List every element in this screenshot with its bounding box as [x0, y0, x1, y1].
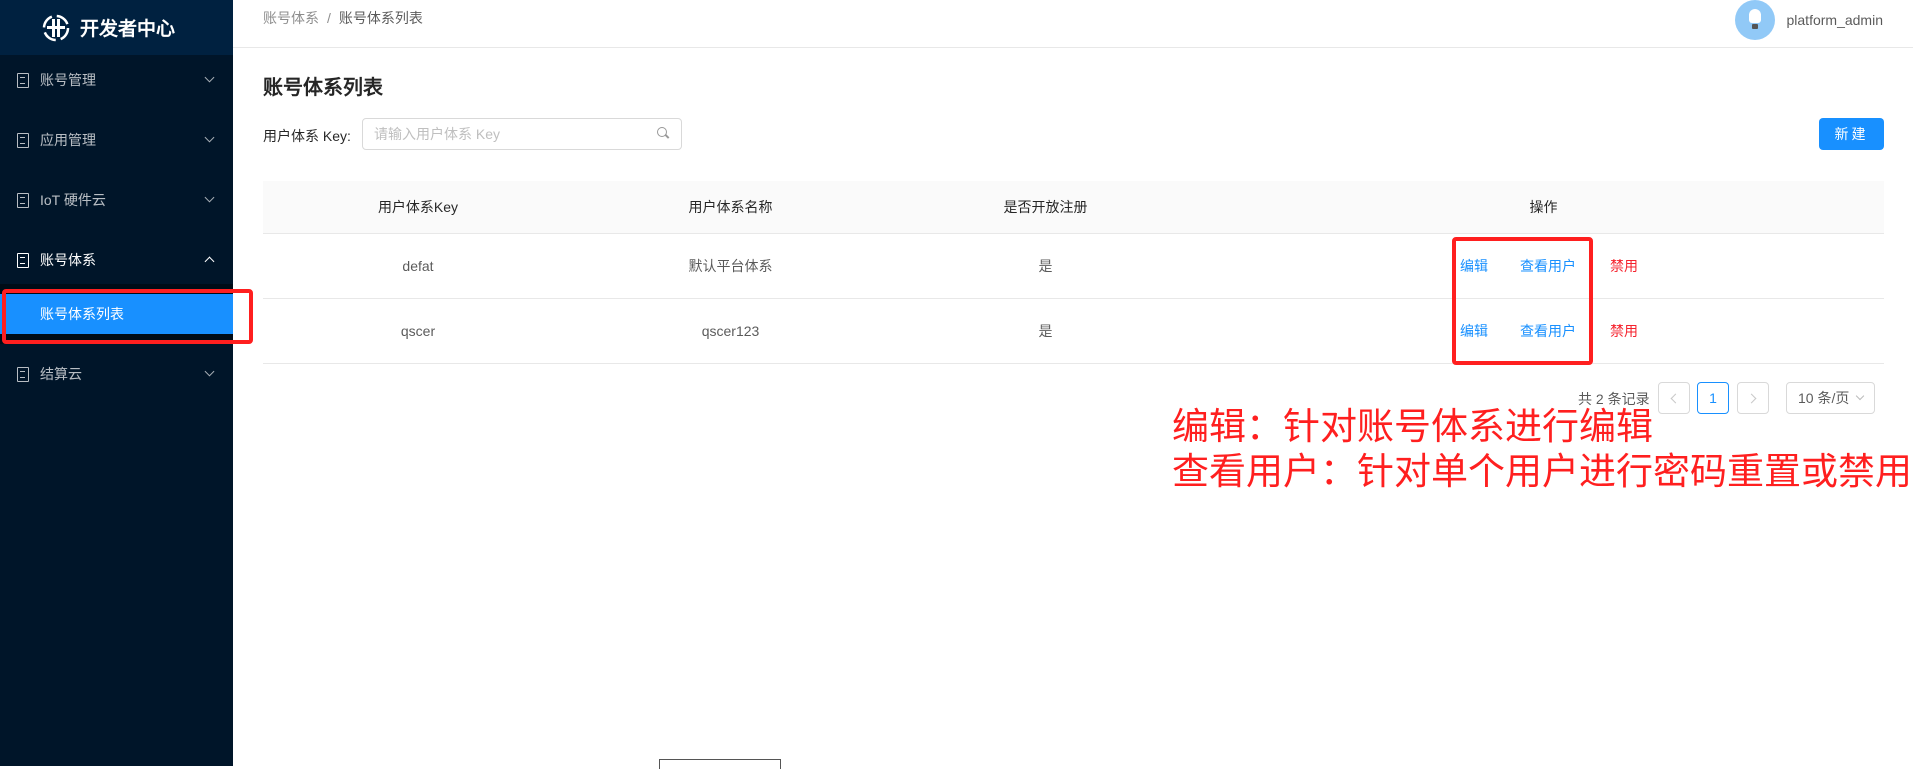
sidebar-item-label: 账号管理: [40, 72, 96, 88]
page-title: 账号体系列表: [263, 77, 383, 99]
user-menu[interactable]: platform_admin: [1734, 0, 1884, 40]
document-icon: [16, 133, 30, 148]
breadcrumb-current: 账号体系列表: [338, 10, 423, 26]
table-row: defat 默认平台体系 是 编辑 查看用户 禁用: [263, 234, 1884, 299]
next-page-button[interactable]: [1737, 382, 1769, 414]
page-size-select[interactable]: 10 条/页: [1786, 382, 1875, 414]
disable-link[interactable]: 禁用: [1610, 234, 1638, 298]
sidebar-item-label: 账号体系: [40, 252, 96, 268]
cell-name: 默认平台体系: [688, 258, 773, 274]
document-icon: [16, 367, 30, 382]
column-header: 是否开放注册: [1003, 199, 1088, 215]
breadcrumb: 账号体系 / 账号体系列表: [263, 8, 423, 28]
breadcrumb-item[interactable]: 账号体系: [263, 10, 319, 26]
sidebar-item-settlement-cloud[interactable]: 结算云: [0, 354, 233, 394]
document-icon: [16, 253, 30, 268]
table-header: 用户体系Key 用户体系名称 是否开放注册 操作: [263, 181, 1884, 234]
column-header: 用户体系名称: [688, 199, 773, 215]
breadcrumb-separator: /: [327, 10, 331, 26]
cell-key: qscer: [400, 323, 436, 339]
chevron-up-icon: [204, 256, 215, 267]
chevron-left-icon: [1670, 393, 1681, 403]
cell-name: qscer123: [701, 323, 760, 339]
chevron-down-icon: [1855, 391, 1865, 401]
document-icon: [16, 193, 30, 208]
app-title: 开发者中心: [80, 19, 176, 40]
sidebar-item-app-management[interactable]: 应用管理: [0, 120, 233, 160]
highlight-box-actions: [1452, 237, 1593, 365]
sidebar-item-label: 应用管理: [40, 132, 96, 148]
cell-open-registration: 是: [1038, 323, 1053, 339]
chevron-down-icon: [204, 366, 215, 377]
chevron-down-icon: [204, 72, 215, 83]
page-number-current[interactable]: 1: [1697, 382, 1729, 414]
page-size-value: 10 条/页: [1798, 390, 1850, 406]
chevron-right-icon: [1746, 393, 1757, 403]
sidebar-item-account-system[interactable]: 账号体系: [0, 240, 233, 280]
avatar[interactable]: [1734, 0, 1775, 40]
sidebar-item-label: IoT 硬件云: [40, 192, 106, 208]
search-input[interactable]: [363, 119, 643, 149]
highlight-box-sidebar: [2, 289, 253, 344]
cell-open-registration: 是: [1038, 258, 1053, 274]
search-box: [362, 118, 682, 150]
disable-link[interactable]: 禁用: [1610, 299, 1638, 363]
header: 账号体系 / 账号体系列表 platform_admin: [233, 0, 1913, 48]
logo-icon: [42, 14, 70, 41]
table-row: qscer qscer123 是 编辑 查看用户 禁用: [263, 299, 1884, 364]
chevron-down-icon: [204, 192, 215, 203]
prev-page-button[interactable]: [1658, 382, 1690, 414]
annotation-line-2: 查看用户：针对单个用户进行密码重置或禁用: [1172, 450, 1912, 493]
document-icon: [16, 73, 30, 88]
new-button[interactable]: 新建: [1819, 118, 1884, 150]
partial-element: [659, 759, 781, 769]
column-header: 操作: [1529, 199, 1558, 215]
account-system-table: 用户体系Key 用户体系名称 是否开放注册 操作 defat 默认平台体系 是 …: [263, 181, 1884, 364]
sidebar-item-iot-cloud[interactable]: IoT 硬件云: [0, 180, 233, 220]
search-icon[interactable]: [657, 127, 669, 139]
chevron-down-icon: [204, 132, 215, 143]
search-label: 用户体系 Key:: [263, 128, 351, 144]
sidebar: 开发者中心 账号管理 应用管理 IoT 硬件云 账号体系 账号体系列表 结算云: [0, 0, 233, 766]
sidebar-item-label: 结算云: [40, 366, 82, 382]
sidebar-item-account-management[interactable]: 账号管理: [0, 60, 233, 100]
column-header: 用户体系Key: [377, 199, 459, 215]
cell-key: defat: [402, 258, 434, 274]
logo[interactable]: 开发者中心: [0, 0, 233, 55]
username[interactable]: platform_admin: [1787, 12, 1884, 28]
